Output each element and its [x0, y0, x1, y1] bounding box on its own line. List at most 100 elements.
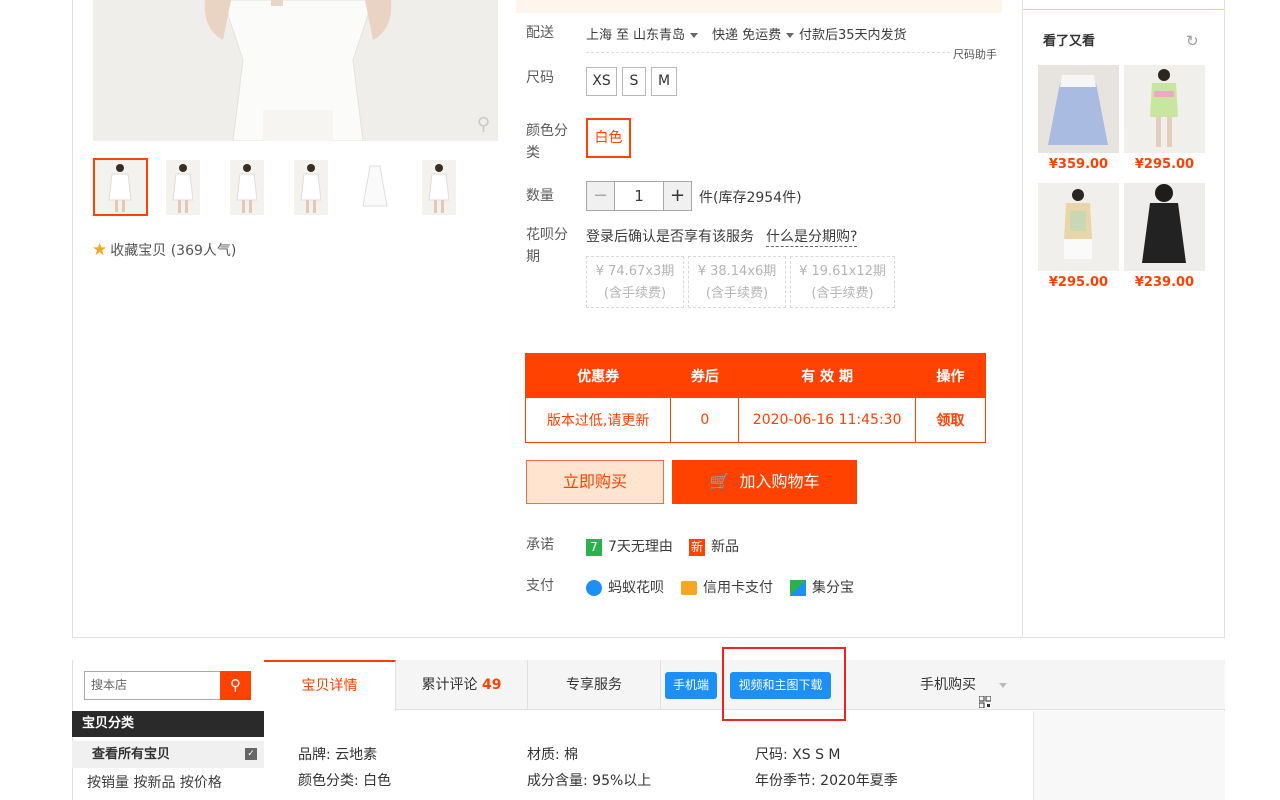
payment-text: 信用卡支付: [703, 580, 773, 596]
coupon-col-header: 优惠券: [524, 353, 672, 398]
payment-label: 支付: [526, 578, 554, 594]
shipping-select[interactable]: 快递 免运费: [712, 24, 795, 43]
highlight-box: [722, 647, 846, 721]
coupon-table: 优惠券 券后 有 效 期 操作 版本过低,请更新 0 2020-06-16 11…: [524, 353, 987, 443]
stock-text: 件(库存2954件): [699, 190, 802, 206]
divider: [586, 52, 950, 53]
quantity-decrease-button[interactable]: −: [586, 181, 615, 211]
favorite-button[interactable]: ★ 收藏宝贝 (369人气): [92, 240, 236, 260]
tab-services[interactable]: 专享服务: [528, 660, 661, 710]
cart-icon: 🛒: [709, 472, 730, 491]
installment-plan-3[interactable]: ¥ 74.67x3期 (含手续费): [586, 256, 684, 308]
payment-huabei[interactable]: 蚂蚁花呗: [586, 577, 664, 597]
promise-7day[interactable]: 7 7天无理由: [586, 536, 673, 556]
delivery-destination[interactable]: 山东青岛: [633, 24, 699, 43]
installment-label-line1: 花呗分: [526, 227, 568, 243]
size-option-xs[interactable]: XS: [586, 67, 617, 96]
destination-text: 山东青岛: [633, 28, 686, 43]
claim-coupon-button[interactable]: 领取: [914, 397, 987, 443]
promise-text: 新品: [711, 539, 739, 555]
recommend-item-2[interactable]: [1124, 65, 1205, 153]
seven-day-icon: 7: [586, 538, 602, 556]
plan-amount: ¥ 74.67x3期: [595, 264, 675, 279]
installment-login-text: 登录后确认是否享有该服务: [586, 229, 754, 245]
payment-text: 集分宝: [812, 580, 854, 596]
what-is-installment-link[interactable]: 什么是分期购?: [766, 226, 858, 247]
attr-brand: 品牌: 云地素: [298, 747, 378, 763]
promo-strip: [516, 0, 1002, 13]
installment-plan-12[interactable]: ¥ 19.61x12期 (含手续费): [790, 256, 895, 308]
action-col-header: 操作: [914, 353, 987, 398]
side-panel: [1033, 711, 1225, 800]
quantity-label: 数量: [526, 188, 554, 204]
jifenbao-icon: [790, 580, 806, 596]
after-coupon-cell: 0: [670, 397, 740, 443]
category-title: 宝贝分类: [72, 711, 264, 737]
sort-links[interactable]: 按销量 按新品 按价格: [87, 772, 222, 792]
color-option-white[interactable]: 白色: [586, 118, 631, 158]
recommend-price: ¥239.00: [1134, 275, 1195, 290]
quantity-input[interactable]: 1: [614, 181, 664, 211]
ship-time: 付款后35天内发货: [799, 28, 907, 43]
recommend-title: 看了又看: [1043, 34, 1096, 49]
thumbnail-4[interactable]: [294, 160, 328, 215]
plan-fee: (含手续费): [603, 286, 667, 301]
quantity-increase-button[interactable]: +: [663, 181, 692, 211]
recommend-item-4[interactable]: [1124, 183, 1205, 271]
thumbnail-6[interactable]: [422, 160, 456, 215]
attr-composition: 成分含量: 95%以上: [527, 773, 652, 789]
promise-text: 7天无理由: [608, 539, 673, 555]
plan-fee: (含手续费): [811, 286, 874, 301]
size-option-s[interactable]: S: [622, 67, 646, 96]
size-option-m[interactable]: M: [651, 67, 677, 96]
thumbnail-2[interactable]: [166, 160, 200, 215]
thumbnail-5[interactable]: [358, 160, 392, 215]
thumbnail-3[interactable]: [230, 160, 264, 215]
tab-reviews[interactable]: 累计评论 49: [396, 660, 528, 710]
zoom-icon[interactable]: ⚲: [477, 114, 490, 135]
color-label: 颜色分类: [526, 120, 568, 164]
size-label: 尺码: [526, 70, 554, 86]
new-icon: 新: [689, 538, 705, 556]
promise-new[interactable]: 新新品: [689, 536, 739, 556]
mobile-button[interactable]: 手机端: [665, 672, 717, 699]
add-to-cart-button[interactable]: 🛒 加入购物车: [672, 460, 857, 504]
payment-credit-card[interactable]: 信用卡支付: [681, 577, 773, 597]
plan-amount: ¥ 38.14x6期: [697, 264, 777, 279]
mobile-buy-label: 手机购买: [920, 677, 976, 693]
recommend-item-3[interactable]: [1038, 183, 1119, 271]
add-to-cart-label: 加入购物车: [739, 472, 820, 491]
huabei-icon: [586, 580, 602, 596]
installment-plan-6[interactable]: ¥ 38.14x6期 (含手续费): [688, 256, 786, 308]
delivery-from: 上海 至: [586, 28, 630, 43]
view-all-items-link[interactable]: 查看所有宝贝 ✓: [72, 741, 264, 768]
qr-code-icon: [978, 679, 992, 709]
after-coupon-col-header: 券后: [670, 353, 740, 398]
color-label-line1: 颜色分: [526, 123, 568, 139]
main-product-image[interactable]: ⚲: [93, 0, 498, 141]
installment-label: 花呗分期: [526, 224, 568, 268]
coupon-cell: 版本过低,请更新: [524, 397, 672, 443]
validity-cell: 2020-06-16 11:45:30: [738, 397, 916, 443]
credit-card-icon: [681, 581, 697, 595]
promise-label: 承诺: [526, 537, 554, 553]
attr-material: 材质: 棉: [527, 747, 579, 763]
thumbnail-1[interactable]: [93, 158, 148, 216]
view-all-text: 查看所有宝贝: [92, 747, 171, 762]
size-helper-link[interactable]: 尺码助手: [953, 46, 997, 62]
table-row: 版本过低,请更新 0 2020-06-16 11:45:30 领取: [524, 397, 987, 443]
payment-jifenbao[interactable]: 集分宝: [790, 577, 854, 597]
recommend-item-1[interactable]: [1038, 65, 1119, 153]
attr-size: 尺码: XS S M: [755, 747, 841, 763]
plan-fee: (含手续费): [705, 286, 769, 301]
search-icon[interactable]: ⚲: [220, 671, 251, 700]
mobile-buy-dropdown[interactable]: 手机购买: [920, 660, 1007, 710]
recommend-price: ¥295.00: [1048, 275, 1109, 290]
recommend-price: ¥295.00: [1134, 157, 1195, 172]
tab-details[interactable]: 宝贝详情: [264, 660, 396, 711]
shop-search-input[interactable]: 搜本店: [84, 671, 221, 700]
attr-color: 颜色分类: 白色: [298, 773, 392, 789]
validity-col-header: 有 效 期: [738, 353, 916, 398]
buy-now-button[interactable]: 立即购买: [526, 460, 664, 504]
refresh-icon[interactable]: ↻: [1186, 32, 1199, 50]
